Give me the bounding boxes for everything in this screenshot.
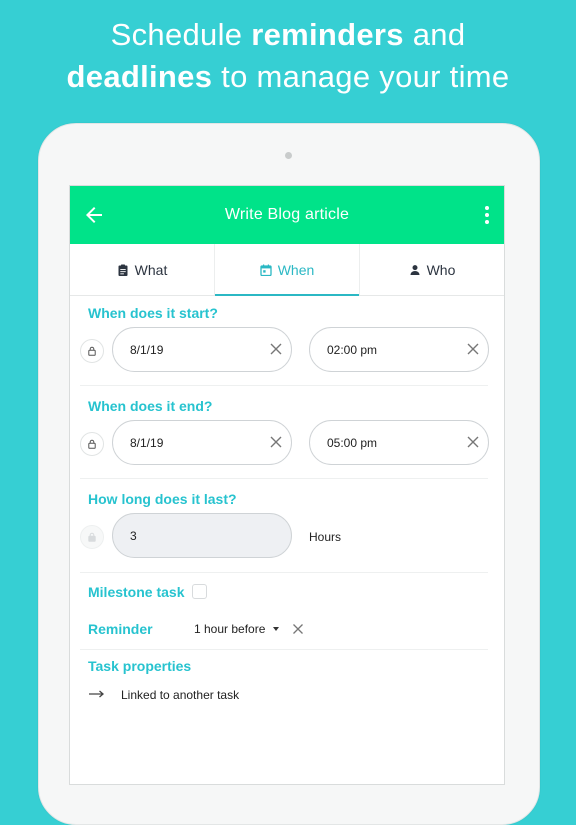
- clear-icon[interactable]: [269, 435, 283, 449]
- end-lock-button[interactable]: [80, 432, 104, 456]
- end-time-field[interactable]: 05:00 pm: [309, 420, 489, 465]
- linked-task-link[interactable]: Linked to another task: [121, 688, 239, 702]
- properties-label: Task properties: [88, 658, 192, 674]
- milestone-label: Milestone task: [88, 584, 185, 600]
- divider: [80, 649, 488, 650]
- app-bar: Write Blog article: [70, 186, 504, 244]
- tab-when[interactable]: When: [214, 244, 359, 296]
- end-date-field[interactable]: 8/1/19: [112, 420, 292, 465]
- divider: [80, 385, 488, 386]
- start-time-value: 02:00 pm: [327, 342, 378, 357]
- headline-line-1: Schedule reminders and: [0, 14, 576, 56]
- person-icon: [410, 264, 420, 275]
- headline-bold: reminders: [251, 17, 404, 52]
- tab-label: Who: [426, 261, 456, 278]
- headline-line-2: deadlines to manage your time: [0, 56, 576, 98]
- clipboard-icon: [118, 264, 128, 276]
- headline-text: to manage your time: [212, 59, 510, 94]
- duration-value: 3: [130, 528, 137, 543]
- headline-bold: deadlines: [66, 59, 213, 94]
- end-time-value: 05:00 pm: [327, 435, 378, 450]
- tab-label: When: [277, 261, 315, 278]
- arrow-right-icon: [89, 690, 104, 698]
- divider: [80, 572, 488, 573]
- duration-field: 3: [112, 513, 292, 558]
- app-screen: Write Blog article What When Who When do…: [69, 185, 505, 785]
- headline: Schedule reminders and deadlines to mana…: [0, 14, 576, 98]
- duration-lock-button: [80, 525, 104, 549]
- camera-dot: [285, 152, 292, 159]
- milestone-checkbox[interactable]: [192, 584, 207, 599]
- tab-bar: What When Who: [70, 244, 504, 296]
- headline-text: and: [403, 17, 466, 52]
- clear-reminder-icon[interactable]: [292, 623, 304, 635]
- back-arrow-icon[interactable]: [82, 203, 106, 227]
- end-label: When does it end?: [88, 398, 213, 414]
- tab-what[interactable]: What: [70, 244, 214, 295]
- lock-icon: [88, 346, 96, 356]
- caret-down-icon: [273, 627, 280, 631]
- more-vert-icon[interactable]: [484, 205, 490, 225]
- tab-who[interactable]: Who: [359, 244, 504, 295]
- divider: [80, 478, 488, 479]
- duration-unit: Hours: [309, 530, 342, 544]
- start-label: When does it start?: [88, 305, 218, 321]
- reminder-label: Reminder: [88, 621, 153, 637]
- end-date-value: 8/1/19: [130, 435, 164, 450]
- start-date-field[interactable]: 8/1/19: [112, 327, 292, 372]
- clear-icon[interactable]: [269, 342, 283, 356]
- calendar-icon: [260, 264, 272, 276]
- lock-icon: [88, 532, 96, 542]
- headline-text: Schedule: [110, 17, 252, 52]
- reminder-value: 1 hour before: [194, 622, 266, 636]
- start-lock-button[interactable]: [80, 339, 104, 363]
- start-time-field[interactable]: 02:00 pm: [309, 327, 489, 372]
- reminder-dropdown[interactable]: 1 hour before: [194, 622, 280, 636]
- start-date-value: 8/1/19: [130, 342, 164, 357]
- lock-icon: [88, 439, 96, 449]
- tab-label: What: [134, 261, 168, 278]
- page-title: Write Blog article: [224, 206, 350, 223]
- clear-icon[interactable]: [466, 342, 480, 356]
- duration-label: How long does it last?: [88, 491, 237, 507]
- clear-icon[interactable]: [466, 435, 480, 449]
